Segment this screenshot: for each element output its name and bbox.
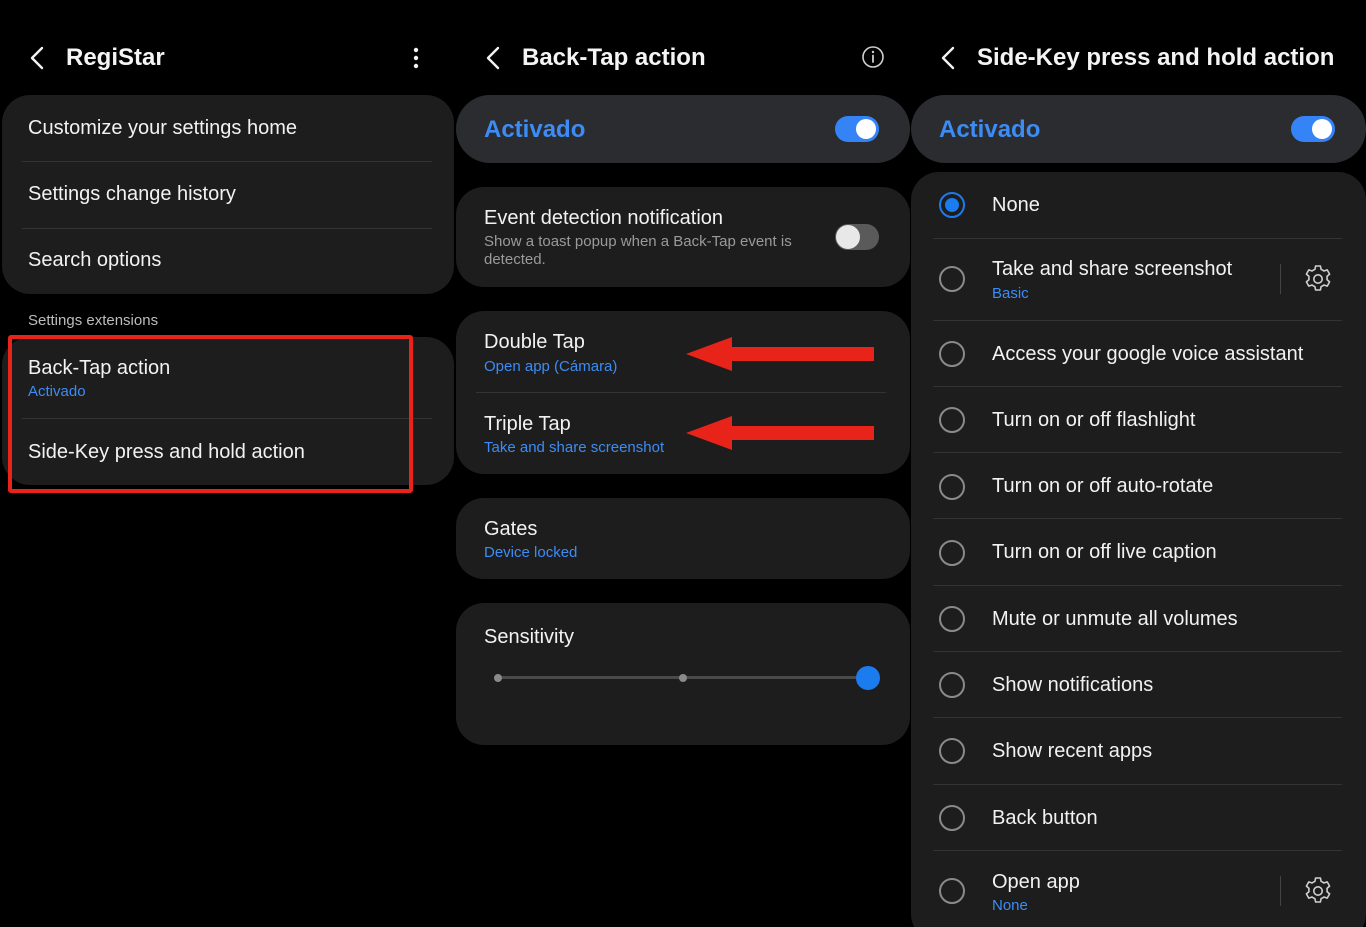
red-highlight-annotation — [8, 335, 413, 493]
gates-value: Device locked — [484, 544, 578, 561]
radio-button[interactable] — [939, 738, 965, 764]
slider-step-dot — [679, 674, 687, 682]
back-arrow-icon[interactable] — [937, 44, 961, 72]
page-title: RegiStar — [66, 44, 165, 71]
option-auto-rotate[interactable]: Turn on or off auto-rotate — [911, 453, 1366, 519]
master-toggle[interactable] — [835, 116, 879, 142]
back-tap-header: Back-Tap action — [456, 36, 911, 80]
master-switch-bar[interactable]: Activado — [911, 95, 1366, 163]
gates-card: Gates Device locked — [456, 498, 910, 579]
option-label: Take and share screenshot — [992, 258, 1233, 280]
event-detection-card: Event detection notification Show a toas… — [456, 187, 910, 287]
double-tap-label: Double Tap — [484, 331, 585, 353]
registar-header: RegiStar — [0, 36, 456, 80]
vertical-separator — [1280, 264, 1281, 294]
radio-button[interactable] — [939, 266, 965, 292]
event-detection-toggle[interactable] — [835, 224, 879, 250]
triple-tap-value: Take and share screenshot — [484, 439, 665, 456]
settings-menu-card: Customize your settings home Settings ch… — [2, 95, 454, 294]
option-screenshot[interactable]: Take and share screenshot Basic — [911, 239, 1366, 320]
menu-item-change-history[interactable]: Settings change history — [2, 162, 454, 228]
red-arrow-annotation — [686, 337, 874, 371]
gates-row[interactable]: Gates Device locked — [456, 498, 910, 579]
option-show-notifications[interactable]: Show notifications — [911, 652, 1366, 718]
option-label: Turn on or off auto-rotate — [992, 475, 1214, 497]
red-arrow-annotation — [686, 416, 874, 450]
event-detection-label: Event detection notification — [484, 207, 724, 229]
menu-item-customize-home[interactable]: Customize your settings home — [2, 95, 454, 161]
double-tap-value: Open app (Cámara) — [484, 358, 618, 375]
master-switch-bar[interactable]: Activado — [456, 95, 910, 163]
option-open-app[interactable]: Open app None — [911, 851, 1366, 927]
side-key-panel: Side-Key press and hold action Activado … — [911, 0, 1366, 927]
radio-button[interactable] — [939, 474, 965, 500]
slider-thumb[interactable] — [856, 666, 880, 690]
option-label: Show notifications — [992, 674, 1154, 696]
option-mute-volumes[interactable]: Mute or unmute all volumes — [911, 586, 1366, 652]
side-key-options-card: None Take and share screenshot Basic Acc… — [911, 172, 1366, 927]
radio-button[interactable] — [939, 805, 965, 831]
gear-icon[interactable] — [1302, 875, 1334, 907]
option-live-caption[interactable]: Turn on or off live caption — [911, 519, 1366, 585]
back-arrow-icon[interactable] — [482, 44, 506, 72]
radio-button[interactable] — [939, 540, 965, 566]
radio-button[interactable] — [939, 878, 965, 904]
sensitivity-card: Sensitivity — [456, 603, 910, 745]
menu-item-label: Settings change history — [28, 183, 236, 205]
section-label-extensions: Settings extensions — [28, 312, 159, 329]
vertical-separator — [1280, 876, 1281, 906]
event-detection-description: Show a toast popup when a Back-Tap event… — [484, 233, 792, 268]
info-icon[interactable] — [861, 45, 885, 69]
option-label: Mute or unmute all volumes — [992, 608, 1238, 630]
option-label: Turn on or off flashlight — [992, 409, 1196, 431]
event-detection-row[interactable]: Event detection notification Show a toas… — [456, 187, 910, 287]
master-toggle[interactable] — [1291, 116, 1335, 142]
back-tap-panel: Back-Tap action Activado Event detection… — [456, 0, 911, 927]
back-arrow-icon[interactable] — [26, 44, 50, 72]
page-title: Side-Key press and hold action — [977, 44, 1335, 71]
gates-label: Gates — [484, 518, 538, 540]
slider-step-dot — [494, 674, 502, 682]
radio-button[interactable] — [939, 341, 965, 367]
menu-item-search-options[interactable]: Search options — [2, 229, 454, 294]
option-none[interactable]: None — [911, 172, 1366, 238]
option-sublabel: None — [992, 897, 1028, 914]
menu-item-label: Customize your settings home — [28, 117, 298, 139]
option-voice-assistant[interactable]: Access your google voice assistant — [911, 321, 1366, 387]
option-sublabel: Basic — [992, 285, 1029, 302]
option-back-button[interactable]: Back button — [911, 785, 1366, 851]
option-flashlight[interactable]: Turn on or off flashlight — [911, 387, 1366, 453]
registar-panel: RegiStar Customize your settings home Se… — [0, 0, 456, 927]
triple-tap-label: Triple Tap — [484, 413, 571, 435]
option-label: Show recent apps — [992, 740, 1153, 762]
master-switch-label: Activado — [939, 116, 1041, 143]
option-label: Turn on or off live caption — [992, 541, 1217, 563]
gear-icon[interactable] — [1302, 263, 1334, 295]
radio-button[interactable] — [939, 407, 965, 433]
radio-button[interactable] — [939, 192, 965, 218]
option-recent-apps[interactable]: Show recent apps — [911, 718, 1366, 784]
page-title: Back-Tap action — [522, 44, 706, 71]
option-label: Back button — [992, 807, 1098, 829]
side-key-header: Side-Key press and hold action — [911, 36, 1366, 80]
sensitivity-label: Sensitivity — [484, 626, 575, 648]
radio-button[interactable] — [939, 606, 965, 632]
menu-item-label: Search options — [28, 249, 162, 271]
more-options-icon[interactable] — [404, 44, 428, 72]
option-label: None — [992, 194, 1040, 216]
radio-button[interactable] — [939, 672, 965, 698]
option-label: Access your google voice assistant — [992, 343, 1304, 365]
option-label: Open app — [992, 871, 1080, 893]
master-switch-label: Activado — [484, 116, 586, 143]
